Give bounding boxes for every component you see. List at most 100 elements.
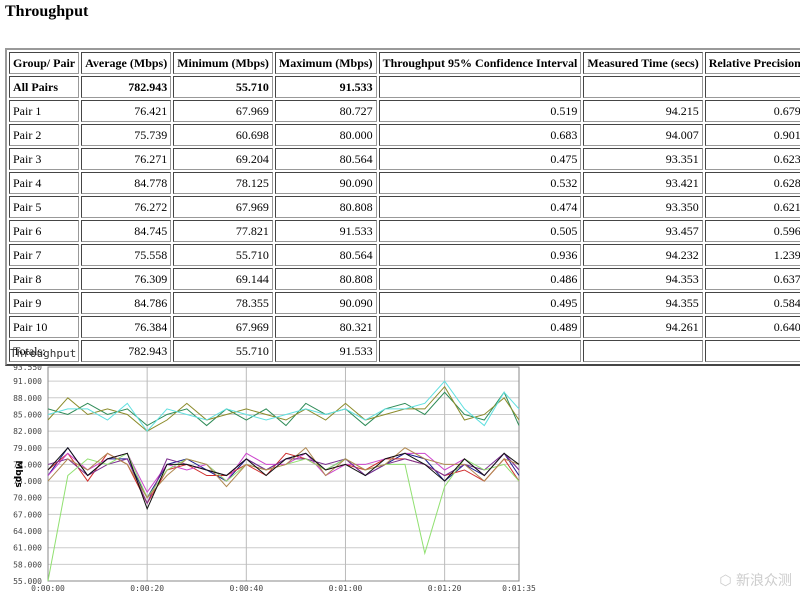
- cell: 93.351: [583, 148, 703, 170]
- cell: 78.355: [173, 292, 273, 314]
- row-label: Pair 4: [9, 172, 80, 194]
- y-tick-label: 91.000: [13, 377, 42, 386]
- cell: 782.943: [81, 340, 172, 362]
- y-tick-label: 61.000: [13, 544, 42, 553]
- cell: 91.533: [274, 220, 377, 242]
- column-header: Average (Mbps): [81, 52, 172, 74]
- cell: 1.239: [704, 244, 800, 266]
- y-tick-label: 88.000: [13, 394, 42, 403]
- x-tick-label: 0:01:35: [502, 584, 536, 593]
- table-row: Totals: 782.943 55.710 91.533: [9, 340, 800, 362]
- x-tick-label: 0:00:40: [229, 584, 263, 593]
- cell: 0.637: [704, 268, 800, 290]
- cell: 90.090: [274, 292, 377, 314]
- cell: 0.475: [378, 148, 582, 170]
- cell: 67.969: [173, 316, 273, 338]
- series-line-4: [47, 391, 520, 427]
- table-row: Pair 4 84.778 78.125 90.090 0.532 93.421 0.628: [9, 172, 800, 194]
- cell: 94.353: [583, 268, 703, 290]
- cell: 94.232: [583, 244, 703, 266]
- y-tick-label: 70.000: [13, 494, 42, 503]
- y-tick-label: 93.550: [13, 363, 42, 372]
- cell: 76.421: [81, 100, 172, 122]
- series-line-6: [47, 385, 520, 432]
- cell: 80.564: [274, 148, 377, 170]
- cell: 94.261: [583, 316, 703, 338]
- x-tick-label: 0:00:20: [130, 584, 164, 593]
- column-header: Relative Precision: [704, 52, 800, 74]
- cell: 80.564: [274, 244, 377, 266]
- y-tick-label: 82.000: [13, 427, 42, 436]
- x-tick-label: 0:01:00: [329, 584, 363, 593]
- cell: [704, 340, 800, 362]
- y-tick-label: 64.000: [13, 527, 42, 536]
- column-header: Measured Time (secs): [583, 52, 703, 74]
- series-line-7: [47, 452, 520, 582]
- row-label: Pair 1: [9, 100, 80, 122]
- row-label: Pair 2: [9, 124, 80, 146]
- cell: 94.007: [583, 124, 703, 146]
- cell: 80.000: [274, 124, 377, 146]
- table-row: Pair 7 75.558 55.710 80.564 0.936 94.232 1.239: [9, 244, 800, 266]
- row-label: All Pairs: [9, 76, 80, 98]
- cell: 0.532: [378, 172, 582, 194]
- cell: 0.474: [378, 196, 582, 218]
- cell: 77.821: [173, 220, 273, 242]
- cell: 76.272: [81, 196, 172, 218]
- cell: 0.621: [704, 196, 800, 218]
- cell: 0.505: [378, 220, 582, 242]
- cell: [378, 76, 582, 98]
- row-label: Pair 3: [9, 148, 80, 170]
- cell: 0.519: [378, 100, 582, 122]
- cell: 75.739: [81, 124, 172, 146]
- y-axis-label: Mbps: [13, 460, 23, 487]
- cell: 94.355: [583, 292, 703, 314]
- cell: 80.727: [274, 100, 377, 122]
- cell: 91.533: [274, 340, 377, 362]
- column-header: Maximum (Mbps): [274, 52, 377, 74]
- table-header-row: Group/ Pair Average (Mbps) Minimum (Mbps) M…: [9, 52, 800, 74]
- cell: 0.679: [704, 100, 800, 122]
- cell: 93.350: [583, 196, 703, 218]
- table-row: Pair 10 76.384 67.969 80.321 0.489 94.261 0.64…: [9, 316, 800, 338]
- cell: 94.215: [583, 100, 703, 122]
- cell: 55.710: [173, 76, 273, 98]
- cell: 0.495: [378, 292, 582, 314]
- cell: 67.969: [173, 100, 273, 122]
- table-row: Pair 2 75.739 60.698 80.000 0.683 94.007 0.901: [9, 124, 800, 146]
- column-header: Throughput 95% Confidence Interval: [378, 52, 582, 74]
- cell: [704, 76, 800, 98]
- cell: 0.596: [704, 220, 800, 242]
- cell: 93.421: [583, 172, 703, 194]
- row-label: Pair 8: [9, 268, 80, 290]
- cell: 76.309: [81, 268, 172, 290]
- row-label: Pair 5: [9, 196, 80, 218]
- throughput-table: Group/ Pair Average (Mbps) Minimum (Mbps) M…: [5, 48, 800, 366]
- cell: [583, 340, 703, 362]
- y-tick-label: 67.000: [13, 510, 42, 519]
- cell: 91.533: [274, 76, 377, 98]
- cell: [378, 340, 582, 362]
- cell: 76.271: [81, 148, 172, 170]
- row-label: Pair 7: [9, 244, 80, 266]
- cell: 0.486: [378, 268, 582, 290]
- chart-title: Throughput: [10, 347, 77, 360]
- table-row: All Pairs 782.943 55.710 91.533: [9, 76, 800, 98]
- cell: 0.489: [378, 316, 582, 338]
- cell: 84.778: [81, 172, 172, 194]
- y-tick-label: 85.000: [13, 410, 42, 419]
- cell: 55.710: [173, 244, 273, 266]
- column-header: Minimum (Mbps): [173, 52, 273, 74]
- cell: 0.901: [704, 124, 800, 146]
- x-tick-label: 0:01:20: [428, 584, 462, 593]
- table-row: Pair 5 76.272 67.969 80.808 0.474 93.350 0.621: [9, 196, 800, 218]
- table-row: Pair 8 76.309 69.144 80.808 0.486 94.353 0.637: [9, 268, 800, 290]
- cell: 84.745: [81, 220, 172, 242]
- cell: 782.943: [81, 76, 172, 98]
- cell: 84.786: [81, 292, 172, 314]
- row-label: Pair 6: [9, 220, 80, 242]
- page-title: Throughput: [5, 3, 89, 20]
- table-row: Pair 3 76.271 69.204 80.564 0.475 93.351 0.623: [9, 148, 800, 170]
- y-tick-label: 58.000: [13, 560, 42, 569]
- cell: [583, 76, 703, 98]
